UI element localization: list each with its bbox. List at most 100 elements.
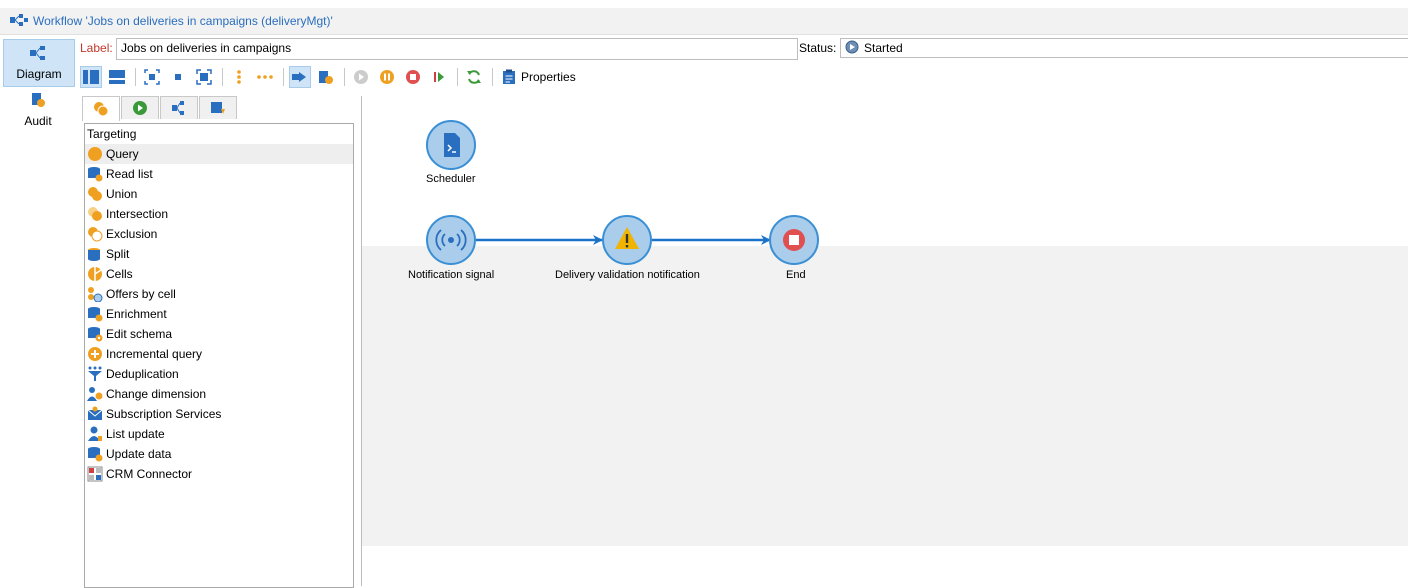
zoom-normal-button[interactable] xyxy=(167,66,189,88)
stop-button[interactable] xyxy=(402,66,424,88)
palette-item-label: Subscription Services xyxy=(106,407,222,421)
layout-horizontal-button[interactable] xyxy=(106,66,128,88)
status-value: Started xyxy=(864,41,903,55)
cells-icon xyxy=(88,267,102,281)
palette-item-label: Enrichment xyxy=(106,307,167,321)
palette-item-label: CRM Connector xyxy=(106,467,193,481)
palette-item-intersection[interactable]: Intersection xyxy=(85,204,353,224)
status-field: Started xyxy=(840,38,1408,58)
node-label-end: End xyxy=(786,269,806,281)
vertical-dots-icon xyxy=(237,70,241,84)
clipboard-icon xyxy=(503,69,515,84)
start-icon xyxy=(354,70,368,84)
palette-item-edit-schema[interactable]: Edit schema xyxy=(85,324,353,344)
tab-diagram-label: Diagram xyxy=(16,67,62,81)
palette-item-change-dimension[interactable]: Change dimension xyxy=(85,384,353,404)
pause-button[interactable] xyxy=(376,66,398,88)
properties-button[interactable]: Properties xyxy=(498,66,580,88)
palette-item-label: Incremental query xyxy=(106,347,203,361)
node-label-notification-signal: Notification signal xyxy=(408,269,495,281)
label-input[interactable]: Jobs on deliveries in campaigns xyxy=(116,38,798,60)
audit-icon xyxy=(29,92,47,111)
subscription-services-icon xyxy=(87,406,103,420)
transition-mode-button[interactable] xyxy=(289,66,311,88)
refresh-icon xyxy=(467,70,481,84)
enrichment-icon xyxy=(88,307,103,322)
node-delivery-validation[interactable] xyxy=(602,215,652,265)
palette-item-label: Update data xyxy=(106,447,172,461)
palette-tabs xyxy=(82,96,238,121)
diagram-toolbar: Properties xyxy=(80,64,1408,90)
toolbar-separator xyxy=(492,68,493,86)
start-button[interactable] xyxy=(350,66,372,88)
started-status-icon xyxy=(845,40,859,57)
layout-vertical-button[interactable] xyxy=(80,66,102,88)
properties-label: Properties xyxy=(521,70,576,84)
unconditional-stop-button[interactable] xyxy=(428,66,450,88)
tab-events[interactable] xyxy=(199,96,237,119)
palette-section-header: Targeting xyxy=(87,127,137,141)
zoom-normal-icon xyxy=(175,74,181,80)
workflow-icon xyxy=(10,13,28,29)
crm-connector-icon xyxy=(87,466,103,482)
targeting-icon xyxy=(94,102,109,117)
refresh-button[interactable] xyxy=(463,66,485,88)
toolbar-separator xyxy=(135,68,136,86)
palette-item-crm-connector[interactable]: CRM Connector xyxy=(85,464,353,484)
zoom-frame-button[interactable] xyxy=(193,66,215,88)
palette-item-label: Union xyxy=(106,187,138,201)
palette-item-subscription-services[interactable]: Subscription Services xyxy=(85,404,353,424)
workflow-settings-icon xyxy=(319,71,333,84)
align-vertical-button[interactable] xyxy=(228,66,250,88)
tab-flow-control[interactable] xyxy=(121,96,159,119)
node-scheduler[interactable] xyxy=(426,120,476,170)
palette-item-cells[interactable]: Cells xyxy=(85,264,353,284)
palette-item-deduplication[interactable]: Deduplication xyxy=(85,364,353,384)
tab-actions[interactable] xyxy=(160,96,198,119)
palette-item-enrichment[interactable]: Enrichment xyxy=(85,304,353,324)
palette-item-label: Cells xyxy=(106,267,133,281)
resume-icon xyxy=(434,72,444,82)
query-icon xyxy=(88,147,102,161)
node-end[interactable] xyxy=(769,215,819,265)
tab-targeting[interactable] xyxy=(82,96,120,121)
workflow-properties-button[interactable] xyxy=(315,66,337,88)
tab-audit[interactable]: Audit xyxy=(3,87,73,133)
toolbar-separator xyxy=(283,68,284,86)
palette-item-incremental-query[interactable]: Incremental query xyxy=(85,344,353,364)
workflow-canvas[interactable]: Scheduler Notification signal Delivery v… xyxy=(362,96,1408,586)
split-icon xyxy=(88,248,100,261)
palette-item-list-update[interactable]: List update xyxy=(85,424,353,444)
palette-item-read-list[interactable]: Read list xyxy=(85,164,353,184)
tab-diagram[interactable]: Diagram xyxy=(3,39,75,87)
window-titlebar: Workflow 'Jobs on deliveries in campaign… xyxy=(0,8,1408,35)
palette-item-union[interactable]: Union xyxy=(85,184,353,204)
palette-item-offers-by-cell[interactable]: Offers by cell xyxy=(85,284,353,304)
flow-control-icon xyxy=(133,101,147,115)
transition-arrow-icon xyxy=(292,72,306,82)
palette-item-exclusion[interactable]: Exclusion xyxy=(85,224,353,244)
diagram-icon xyxy=(29,45,49,64)
stop-icon xyxy=(406,70,420,84)
align-horizontal-button[interactable] xyxy=(254,66,276,88)
palette-item-query[interactable]: Query xyxy=(85,144,353,164)
node-label-delivery-validation: Delivery validation notification xyxy=(555,269,700,281)
incremental-query-icon xyxy=(88,347,102,361)
activity-palette: Targeting Query Read list Union Intersec… xyxy=(84,123,354,588)
change-dimension-icon xyxy=(87,387,103,401)
label-status-row: Label: Jobs on deliveries in campaigns S… xyxy=(80,38,1408,60)
palette-item-split[interactable]: Split xyxy=(85,244,353,264)
palette-item-label: Offers by cell xyxy=(106,287,176,301)
palette-item-label: Edit schema xyxy=(106,327,173,341)
window-title: Workflow 'Jobs on deliveries in campaign… xyxy=(33,14,333,28)
palette-item-label: Split xyxy=(106,247,130,261)
events-icon xyxy=(211,102,225,114)
zoom-fit-button[interactable] xyxy=(141,66,163,88)
palette-item-label: List update xyxy=(106,427,165,441)
palette-item-update-data[interactable]: Update data xyxy=(85,444,353,464)
read-list-icon xyxy=(88,167,103,182)
toolbar-separator xyxy=(344,68,345,86)
layout-vertical-icon xyxy=(83,70,99,84)
node-notification-signal[interactable] xyxy=(426,215,476,265)
palette-item-label: Read list xyxy=(106,167,153,181)
